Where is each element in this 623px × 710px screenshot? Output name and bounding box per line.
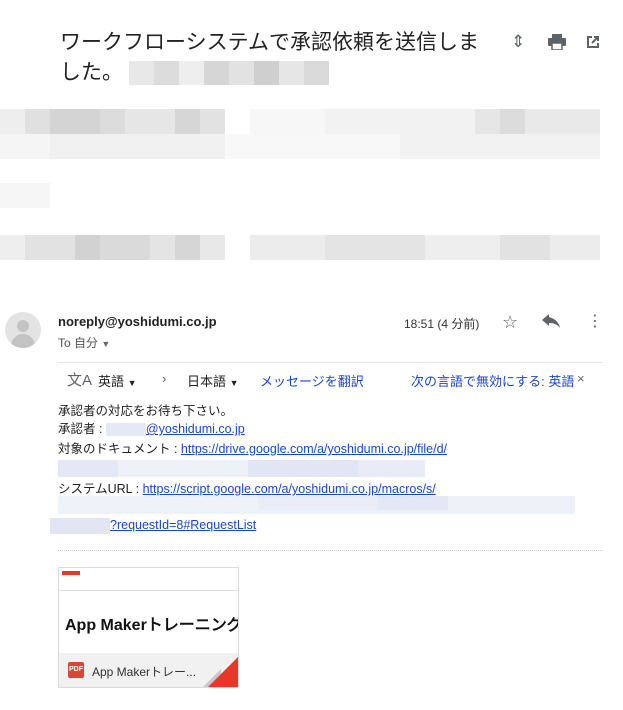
body-line-document: 対象のドキュメント : https://drive.google.com/a/y… bbox=[58, 442, 448, 456]
sender-address[interactable]: noreply@yoshidumi.co.jp bbox=[58, 314, 217, 329]
star-icon[interactable]: ☆ bbox=[502, 313, 518, 331]
attachment-filename: App Makerトレー... bbox=[92, 665, 197, 679]
body-line-approver: 承認者 : @yoshidumi.co.jp bbox=[58, 422, 245, 437]
source-language-select[interactable]: 英語 ▼ bbox=[98, 371, 137, 390]
expand-all-icon[interactable]: ⇕ bbox=[511, 32, 525, 52]
translate-bar: 文A 英語 ▼ › 日本語 ▼ メッセージを翻訳 次の言語で無効にする: 英語 … bbox=[58, 362, 603, 393]
reply-icon[interactable] bbox=[541, 314, 561, 335]
open-in-new-window-icon[interactable] bbox=[585, 34, 601, 55]
more-vert-icon[interactable]: ⋮ bbox=[587, 313, 603, 331]
message-timestamp: 18:51 (4 分前) bbox=[404, 317, 480, 331]
page-corner-icon bbox=[208, 657, 238, 687]
redacted-document-id bbox=[58, 460, 425, 477]
redacted-approver bbox=[105, 423, 146, 437]
collapsed-message-row[interactable] bbox=[0, 109, 600, 134]
approver-email-link[interactable]: @yoshidumi.co.jp bbox=[146, 422, 245, 436]
email-subject: ワークフローシステムで承認依頼を送信しました。 bbox=[60, 28, 490, 88]
translate-icon: 文A bbox=[67, 372, 93, 389]
pdf-icon: PDF bbox=[68, 662, 84, 678]
disable-translation-link[interactable]: 次の言語で無効にする: 英語 bbox=[411, 371, 574, 390]
print-icon[interactable] bbox=[548, 34, 566, 55]
sender-avatar bbox=[5, 312, 41, 348]
recipient-label: To 自分 bbox=[58, 336, 99, 350]
target-language-select[interactable]: 日本語 ▼ bbox=[187, 371, 239, 390]
attachment-thumbnail-logo bbox=[62, 571, 80, 575]
recipient-line[interactable]: To 自分 ▼ bbox=[58, 334, 110, 351]
redacted-script-id-line bbox=[58, 510, 575, 514]
body-line-wait: 承認者の対応をお待ち下さい。 bbox=[58, 404, 234, 418]
recipient-details-dropdown-icon[interactable]: ▼ bbox=[101, 339, 110, 349]
attachment-footer: PDF App Makerトレー... bbox=[59, 653, 238, 687]
system-url-link[interactable]: https://script.google.com/a/yoshidumi.co… bbox=[143, 482, 436, 496]
attachment-divider bbox=[58, 550, 603, 551]
attachment-preview: App Makerトレーニング bbox=[59, 590, 238, 654]
close-icon[interactable]: × bbox=[577, 371, 585, 386]
redacted-script-id bbox=[58, 496, 575, 510]
body-line-request: ?requestId=8#RequestList bbox=[50, 516, 256, 534]
collapsed-message-row[interactable] bbox=[0, 134, 600, 159]
attachment-card[interactable]: App Makerトレーニング PDF App Makerトレー... bbox=[58, 567, 239, 688]
redacted-script-id-tail bbox=[50, 517, 110, 534]
translate-message-link[interactable]: メッセージを翻訳 bbox=[260, 371, 364, 390]
redacted-subject-block bbox=[128, 61, 329, 86]
document-url-link[interactable]: https://drive.google.com/a/yoshidumi.co.… bbox=[181, 442, 447, 456]
attachment-preview-title: App Makerトレーニング bbox=[65, 617, 239, 634]
chevron-right-icon: › bbox=[162, 371, 167, 386]
collapsed-message-row[interactable] bbox=[0, 235, 600, 260]
request-link[interactable]: ?requestId=8#RequestList bbox=[110, 518, 256, 532]
collapsed-message-row[interactable] bbox=[0, 183, 50, 208]
